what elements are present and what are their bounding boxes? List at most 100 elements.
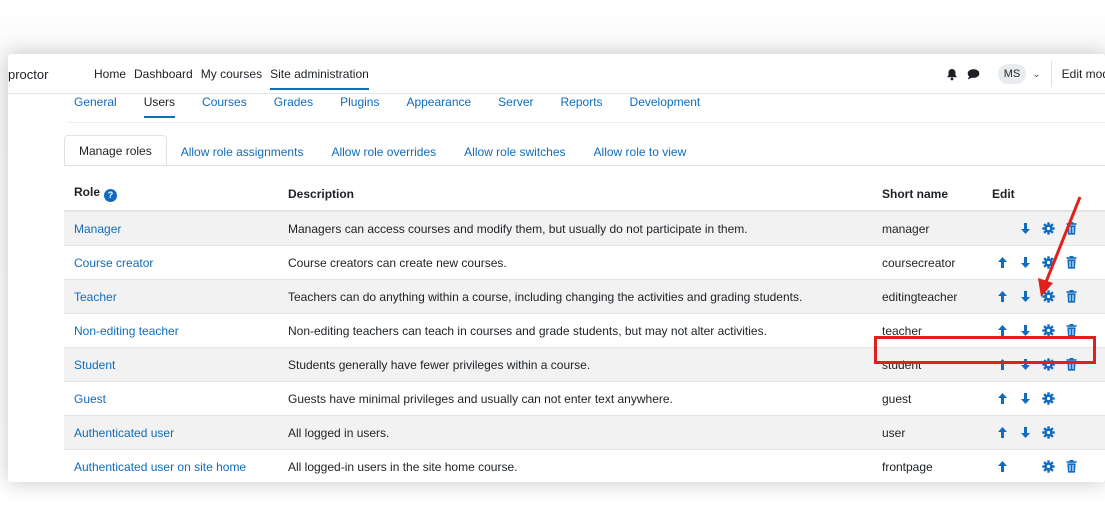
role-link[interactable]: Course creator <box>74 256 153 270</box>
trash-icon[interactable] <box>1061 459 1081 475</box>
tab-allow-role-overrides[interactable]: Allow role overrides <box>317 137 450 166</box>
primary-navigation: Home Dashboard My courses Site administr… <box>94 67 377 90</box>
tab-server[interactable]: Server <box>498 94 533 122</box>
role-description: All logged in users. <box>288 425 390 440</box>
gear-icon[interactable] <box>1038 425 1058 441</box>
arrow-down-icon[interactable] <box>1015 391 1035 407</box>
arrow-up-icon[interactable] <box>992 289 1012 305</box>
tab-general[interactable]: General <box>74 94 117 122</box>
secondary-nav-divider <box>68 122 1105 123</box>
arrow-up-icon[interactable] <box>992 459 1012 475</box>
role-link[interactable]: Guest <box>74 392 106 406</box>
tab-manage-roles[interactable]: Manage roles <box>64 135 167 166</box>
role-short-name: teacher <box>882 323 923 338</box>
role-description: Course creators can create new courses. <box>288 255 507 270</box>
gear-icon[interactable] <box>1038 357 1058 373</box>
arrow-up-icon[interactable] <box>992 323 1012 339</box>
gear-icon[interactable] <box>1038 391 1058 407</box>
trash-icon[interactable] <box>1061 289 1081 305</box>
tab-grades[interactable]: Grades <box>274 94 313 122</box>
role-short-name: coursecreator <box>882 255 956 270</box>
role-cell: Student <box>64 358 278 372</box>
trash-icon[interactable] <box>1061 255 1081 271</box>
chat-bubble-icon[interactable] <box>966 66 982 82</box>
role-short-name: frontpage <box>882 459 933 474</box>
arrow-down-icon[interactable] <box>1015 221 1035 237</box>
arrow-down-icon[interactable] <box>1015 357 1035 373</box>
role-tabs: Manage roles Allow role assignments Allo… <box>64 135 701 166</box>
arrow-up-icon[interactable] <box>992 357 1012 373</box>
tab-reports[interactable]: Reports <box>561 94 603 122</box>
table-row: Manager Managers can access courses and m… <box>64 211 1105 245</box>
chevron-down-icon[interactable]: ⌄ <box>1032 69 1040 80</box>
role-edit-actions <box>980 459 1105 475</box>
role-cell: Course creator <box>64 256 278 270</box>
arrow-up-icon[interactable] <box>992 391 1012 407</box>
table-body: Manager Managers can access courses and m… <box>64 211 1105 482</box>
role-short-name: user <box>882 425 906 440</box>
role-cell: Non-editing teacher <box>64 324 278 338</box>
role-edit-actions <box>980 323 1105 339</box>
table-row: Teacher Teachers can do anything within a… <box>64 279 1105 313</box>
help-icon[interactable]: ? <box>104 188 118 202</box>
secondary-navigation: General Users Courses Grades Plugins App… <box>74 94 727 122</box>
role-cell: Manager <box>64 222 278 236</box>
arrow-up-icon[interactable] <box>992 425 1012 441</box>
nav-site-administration[interactable]: Site administration <box>270 67 369 90</box>
tab-users[interactable]: Users <box>143 94 176 118</box>
tab-courses[interactable]: Courses <box>202 94 247 122</box>
browser-window: proctor Home Dashboard My courses Site a… <box>8 54 1105 482</box>
role-short-name: student <box>882 357 922 372</box>
trash-icon[interactable] <box>1061 357 1081 373</box>
roles-table: Role? Description Short name Edit Manage… <box>64 177 1105 482</box>
table-row: Authenticated user on site home All logge… <box>64 449 1105 482</box>
arrow-up-icon[interactable] <box>992 255 1012 271</box>
header-short-name: Short name <box>882 186 949 201</box>
trash-icon[interactable] <box>1061 221 1081 237</box>
edit-mode-toggle[interactable]: Edit mod <box>1062 67 1105 81</box>
role-short-name: guest <box>882 391 912 406</box>
role-description: Guests have minimal privileges and usual… <box>288 391 673 406</box>
role-description: All logged-in users in the site home cou… <box>288 459 518 474</box>
arrow-down-icon[interactable] <box>1015 255 1035 271</box>
role-edit-actions <box>980 425 1105 441</box>
role-edit-actions <box>980 357 1105 373</box>
gear-icon[interactable] <box>1038 289 1058 305</box>
gear-icon[interactable] <box>1038 459 1058 475</box>
role-link[interactable]: Non-editing teacher <box>74 324 179 338</box>
bell-icon[interactable] <box>944 66 960 82</box>
table-row: Course creator Course creators can create… <box>64 245 1105 279</box>
header-edit: Edit <box>992 186 1015 201</box>
gear-icon[interactable] <box>1038 255 1058 271</box>
nav-my-courses[interactable]: My courses <box>201 67 262 90</box>
role-link[interactable]: Authenticated user on site home <box>74 460 246 474</box>
header-description: Description <box>288 186 355 201</box>
tab-allow-role-switches[interactable]: Allow role switches <box>450 137 579 166</box>
nav-dashboard[interactable]: Dashboard <box>134 67 193 90</box>
user-avatar[interactable]: MS <box>997 64 1027 84</box>
arrow-down-icon[interactable] <box>1015 323 1035 339</box>
gear-icon[interactable] <box>1038 323 1058 339</box>
role-description: Non-editing teachers can teach in course… <box>288 323 767 338</box>
role-link[interactable]: Student <box>74 358 115 372</box>
tab-development[interactable]: Development <box>630 94 701 122</box>
navbar-right: MS ⌄ Edit mod <box>944 61 1105 87</box>
table-row: Authenticated user All logged in users. us… <box>64 415 1105 449</box>
role-edit-actions <box>980 391 1105 407</box>
tab-allow-role-to-view[interactable]: Allow role to view <box>580 137 701 166</box>
site-brand[interactable]: proctor <box>8 67 48 82</box>
arrow-down-icon[interactable] <box>1015 425 1035 441</box>
arrow-down-icon[interactable] <box>1015 289 1035 305</box>
trash-icon[interactable] <box>1061 323 1081 339</box>
role-short-name: editingteacher <box>882 289 958 304</box>
tab-plugins[interactable]: Plugins <box>340 94 379 122</box>
nav-home[interactable]: Home <box>94 67 126 90</box>
role-link[interactable]: Manager <box>74 222 121 236</box>
tab-appearance[interactable]: Appearance <box>406 94 471 122</box>
role-link[interactable]: Teacher <box>74 290 117 304</box>
top-navbar: proctor Home Dashboard My courses Site a… <box>8 54 1105 94</box>
tab-allow-role-assignments[interactable]: Allow role assignments <box>167 137 318 166</box>
gear-icon[interactable] <box>1038 221 1058 237</box>
navbar-divider <box>1050 61 1052 87</box>
role-link[interactable]: Authenticated user <box>74 426 174 440</box>
